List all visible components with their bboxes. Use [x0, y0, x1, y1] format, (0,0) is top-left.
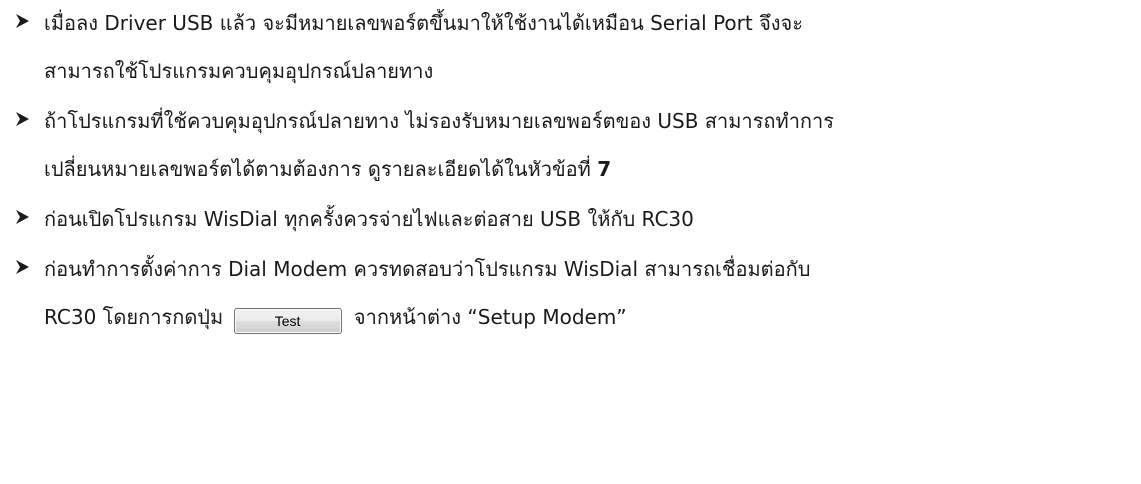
text-span: เปลี่ยนหมายเลขพอร์ตได้ตามต้องการ ดูรายละ…	[44, 157, 591, 181]
text-line: ถ้าโปรแกรมที่ใช้ควบคุมอุปกรณ์ปลายทาง ไม่…	[44, 109, 835, 133]
bullet-item-driver-usb: เมื่อลง Driver USB แล้ว จะมีหมายเลขพอร์ต…	[14, 8, 1134, 108]
text-line: ก่อนเปิดโปรแกรม WisDial ทุกครั้งควรจ่ายไ…	[44, 207, 694, 231]
arrowhead-bullet-icon	[14, 108, 34, 134]
document-page: เมื่อลง Driver USB แล้ว จะมีหมายเลขพอร์ต…	[0, 0, 1141, 484]
arrowhead-bullet-icon	[14, 206, 34, 232]
section-number: 7	[597, 157, 612, 181]
text-line: เปลี่ยนหมายเลขพอร์ตได้ตามต้องการ ดูรายละ…	[44, 156, 611, 182]
bullet-item-dial-modem: ก่อนทำการตั้งค่าการ Dial Modem ควรทดสอบว…	[14, 254, 1134, 364]
bullet-item-change-port: ถ้าโปรแกรมที่ใช้ควบคุมอุปกรณ์ปลายทาง ไม่…	[14, 106, 1134, 206]
test-button[interactable]: Test	[233, 308, 342, 334]
arrowhead-bullet-icon	[14, 10, 34, 36]
text-span: จากหน้าต่าง “Setup Modem”	[353, 305, 627, 329]
text-span: RC30 โดยการกดปุ่ม	[44, 305, 224, 329]
text-line: สามารถใช้โปรแกรมควบคุมอุปกรณ์ปลายทาง	[44, 59, 434, 83]
bullet-item-wisdial-power: ก่อนเปิดโปรแกรม WisDial ทุกครั้งควรจ่ายไ…	[14, 204, 1134, 254]
arrowhead-bullet-icon	[14, 256, 34, 282]
text-line: RC30 โดยการกดปุ่ม Test จากหน้าต่าง “Setu…	[44, 304, 627, 334]
text-line: เมื่อลง Driver USB แล้ว จะมีหมายเลขพอร์ต…	[44, 11, 804, 35]
text-line: ก่อนทำการตั้งค่าการ Dial Modem ควรทดสอบว…	[44, 257, 811, 281]
